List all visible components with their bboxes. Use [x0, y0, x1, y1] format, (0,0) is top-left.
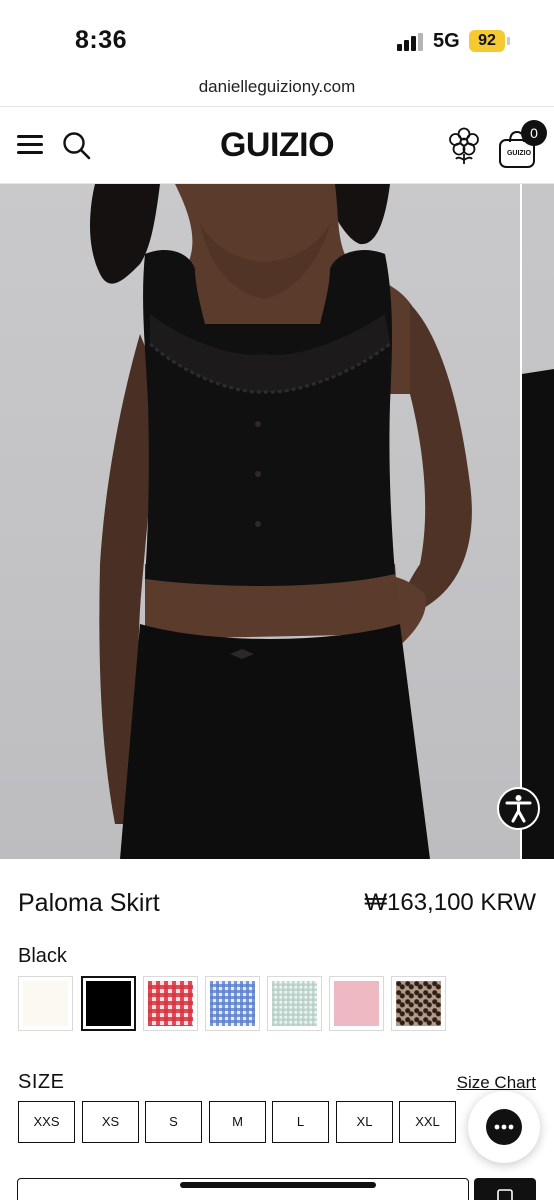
chat-icon	[486, 1109, 522, 1145]
cart-count-badge[interactable]: 0	[521, 120, 547, 146]
swatch-leopard[interactable]	[391, 976, 446, 1031]
site-header: GUIZIO GUIZIO	[0, 108, 554, 184]
status-bar: 8:36 5G 92	[0, 0, 554, 70]
swatch-blue-gingham[interactable]	[205, 976, 260, 1031]
size-option-m[interactable]: M	[209, 1101, 266, 1143]
battery-icon: 92	[469, 30, 505, 52]
size-option-s[interactable]: S	[145, 1101, 202, 1143]
network-label: 5G	[433, 30, 460, 52]
next-product-image[interactable]	[522, 184, 554, 859]
swatch-black[interactable]	[81, 976, 136, 1031]
size-option-xl[interactable]: XL	[336, 1101, 393, 1143]
swatch-pink[interactable]	[329, 976, 384, 1031]
url-text[interactable]: danielleguiziony.com	[199, 77, 356, 96]
signal-icon	[397, 33, 425, 51]
selected-color-name: Black	[18, 945, 67, 967]
heart-icon	[497, 1189, 513, 1200]
size-option-l[interactable]: L	[272, 1101, 329, 1143]
swatch-sage-gingham[interactable]	[267, 976, 322, 1031]
flower-icon[interactable]	[447, 127, 481, 165]
bag-label: GUIZIO	[506, 150, 532, 157]
swatch-red-gingham[interactable]	[143, 976, 198, 1031]
battery-cap	[507, 37, 510, 45]
swatch-cream[interactable]	[18, 976, 73, 1031]
size-label: SIZE	[18, 1071, 65, 1093]
status-time: 8:36	[75, 26, 128, 54]
size-option-xs[interactable]: XS	[82, 1101, 139, 1143]
wishlist-button[interactable]	[474, 1178, 536, 1200]
product-title: Paloma Skirt	[18, 889, 160, 917]
chat-button[interactable]	[468, 1091, 540, 1163]
size-option-xxs[interactable]: XXS	[18, 1101, 75, 1143]
url-bar[interactable]: danielleguiziony.com	[0, 70, 554, 107]
size-option-xxl[interactable]: XXL	[399, 1101, 456, 1143]
accessibility-button[interactable]	[497, 787, 540, 830]
product-price: ₩163,100 KRW	[364, 889, 536, 916]
product-image[interactable]	[0, 184, 520, 859]
size-chart-link[interactable]: Size Chart	[457, 1073, 536, 1093]
accessibility-icon	[505, 795, 532, 823]
home-indicator	[180, 1182, 376, 1188]
